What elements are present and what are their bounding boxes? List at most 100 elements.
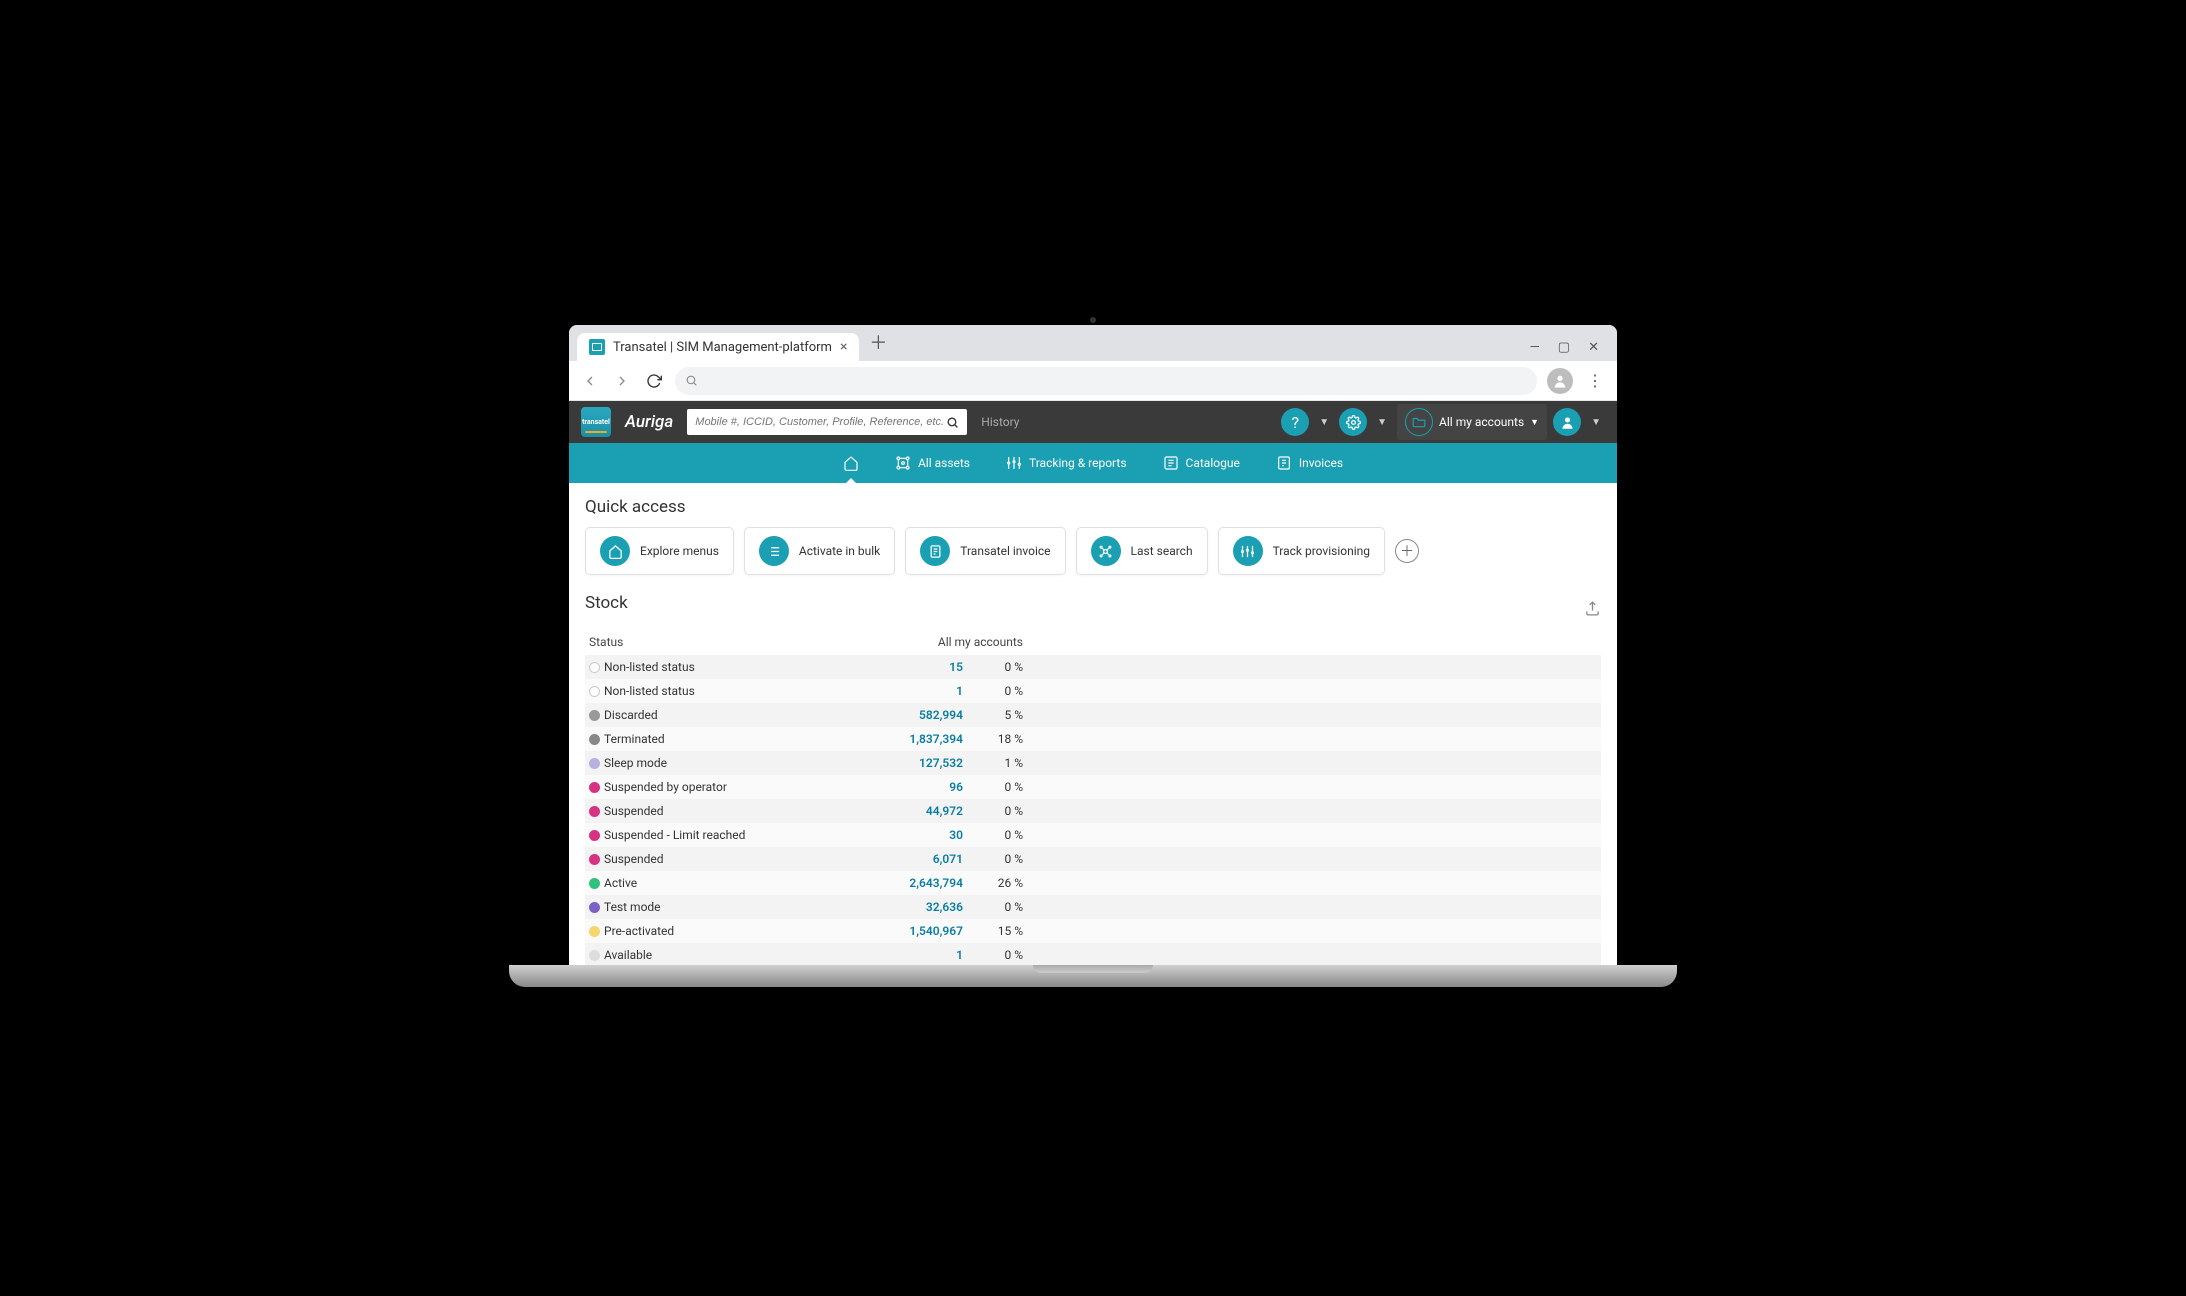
qa-label: Last search — [1131, 544, 1193, 558]
global-search[interactable] — [687, 409, 967, 435]
table-row[interactable]: Non-listed status10 % — [585, 679, 1601, 703]
quick-access-title: Quick access — [585, 497, 1601, 517]
status-cell: Test mode — [589, 900, 889, 914]
qa-transatel-invoice[interactable]: Transatel invoice — [905, 527, 1065, 575]
col-status: Status — [589, 635, 889, 649]
settings-button[interactable] — [1339, 408, 1367, 436]
value-cell: 1,540,967 — [889, 924, 969, 938]
folder-icon — [1405, 408, 1433, 436]
add-quick-access-button[interactable]: ＋ — [1395, 539, 1419, 563]
header-right: ? ▼ ▼ All my accounts ▼ ▼ — [1281, 404, 1605, 440]
table-row[interactable]: Suspended - Limit reached300 % — [585, 823, 1601, 847]
value-cell: 1 — [889, 948, 969, 962]
value-cell: 1,837,394 — [889, 732, 969, 746]
status-label: Sleep mode — [604, 756, 667, 770]
history-link[interactable]: History — [981, 415, 1019, 429]
percent-cell: 0 % — [969, 684, 1029, 698]
list-icon — [759, 536, 789, 566]
table-row[interactable]: Non-listed status150 % — [585, 655, 1601, 679]
nav-catalogue[interactable]: Catalogue — [1159, 443, 1244, 483]
status-label: Terminated — [604, 732, 665, 746]
table-row[interactable]: Discarded582,9945 % — [585, 703, 1601, 727]
address-bar[interactable] — [675, 367, 1537, 395]
forward-button[interactable] — [611, 370, 633, 392]
catalogue-icon — [1163, 455, 1179, 471]
reload-button[interactable] — [643, 370, 665, 392]
help-chevron-icon[interactable]: ▼ — [1315, 417, 1333, 428]
table-row[interactable]: Pre-activated1,540,96715 % — [585, 919, 1601, 943]
table-row[interactable]: Sleep mode127,5321 % — [585, 751, 1601, 775]
close-tab-icon[interactable]: × — [840, 339, 847, 355]
nav-invoices[interactable]: Invoices — [1272, 443, 1347, 483]
status-label: Discarded — [604, 708, 658, 722]
status-dot-icon — [589, 878, 600, 889]
status-cell: Suspended — [589, 804, 889, 818]
status-cell: Discarded — [589, 708, 889, 722]
qa-label: Explore menus — [640, 544, 719, 558]
qa-last-search[interactable]: Last search — [1076, 527, 1208, 575]
percent-cell: 0 % — [969, 660, 1029, 674]
quick-access-cards: Explore menus Activate in bulk Transatel… — [585, 527, 1601, 575]
table-row[interactable]: Terminated 1,837,39418 % — [585, 727, 1601, 751]
percent-cell: 0 % — [969, 900, 1029, 914]
help-button[interactable]: ? — [1281, 408, 1309, 436]
accounts-label: All my accounts — [1439, 415, 1524, 429]
main-content: Quick access Explore menus Activate in b… — [569, 483, 1617, 965]
nav-tracking-reports[interactable]: Tracking & reports — [1002, 443, 1131, 483]
browser-tab[interactable]: Transatel | SIM Management-platform × — [577, 333, 859, 361]
table-row[interactable]: Test mode32,6360 % — [585, 895, 1601, 919]
settings-chevron-icon[interactable]: ▼ — [1373, 417, 1391, 428]
percent-cell: 15 % — [969, 924, 1029, 938]
table-row[interactable]: Suspended by operator960 % — [585, 775, 1601, 799]
status-dot-icon — [589, 734, 600, 745]
status-label: Non-listed status — [604, 660, 695, 674]
status-dot-icon — [589, 950, 600, 961]
status-label: Non-listed status — [604, 684, 695, 698]
value-cell: 127,532 — [889, 756, 969, 770]
table-row[interactable]: Suspended6,0710 % — [585, 847, 1601, 871]
qa-track-provisioning[interactable]: Track provisioning — [1218, 527, 1385, 575]
user-avatar-button[interactable] — [1553, 408, 1581, 436]
status-dot-icon — [589, 686, 600, 697]
export-icon[interactable] — [1584, 600, 1601, 617]
minimize-icon[interactable]: — — [1530, 340, 1540, 355]
status-dot-icon — [589, 854, 600, 865]
home-icon — [843, 455, 859, 471]
value-cell: 30 — [889, 828, 969, 842]
status-dot-icon — [589, 806, 600, 817]
qa-activate-bulk[interactable]: Activate in bulk — [744, 527, 895, 575]
percent-cell: 0 % — [969, 948, 1029, 962]
qa-explore-menus[interactable]: Explore menus — [585, 527, 734, 575]
back-button[interactable] — [579, 370, 601, 392]
tab-title: Transatel | SIM Management-platform — [613, 340, 832, 355]
status-label: Available — [604, 948, 652, 962]
maximize-icon[interactable]: ▢ — [1558, 340, 1570, 355]
new-tab-button[interactable]: ＋ — [859, 325, 897, 361]
user-chevron-icon[interactable]: ▼ — [1587, 417, 1605, 428]
browser-menu-icon[interactable]: ⋮ — [1583, 371, 1607, 390]
status-cell: Sleep mode — [589, 756, 889, 770]
close-window-icon[interactable]: ✕ — [1588, 340, 1599, 355]
search-icon[interactable] — [946, 416, 959, 429]
status-label: Test mode — [604, 900, 661, 914]
browser-profile-avatar[interactable] — [1547, 368, 1573, 394]
status-dot-icon — [589, 782, 600, 793]
table-row[interactable]: Suspended44,9720 % — [585, 799, 1601, 823]
status-cell: Non-listed status — [589, 684, 889, 698]
screen: Transatel | SIM Management-platform × ＋ … — [569, 325, 1617, 965]
table-row[interactable]: Active2,643,79426 % — [585, 871, 1601, 895]
percent-cell: 18 % — [969, 732, 1029, 746]
search-input[interactable] — [695, 416, 946, 428]
document-icon — [920, 536, 950, 566]
table-row[interactable]: Available 10 % — [585, 943, 1601, 965]
sliders-icon — [1006, 455, 1022, 471]
laptop-frame: Transatel | SIM Management-platform × ＋ … — [553, 309, 1633, 987]
status-cell: Suspended — [589, 852, 889, 866]
accounts-dropdown[interactable]: All my accounts ▼ — [1397, 404, 1547, 440]
percent-cell: 0 % — [969, 828, 1029, 842]
status-cell: Suspended by operator — [589, 780, 889, 794]
chevron-down-icon: ▼ — [1530, 417, 1539, 428]
status-label: Suspended by operator — [604, 780, 727, 794]
nav-all-assets[interactable]: All assets — [891, 443, 974, 483]
nav-home[interactable] — [839, 443, 863, 483]
